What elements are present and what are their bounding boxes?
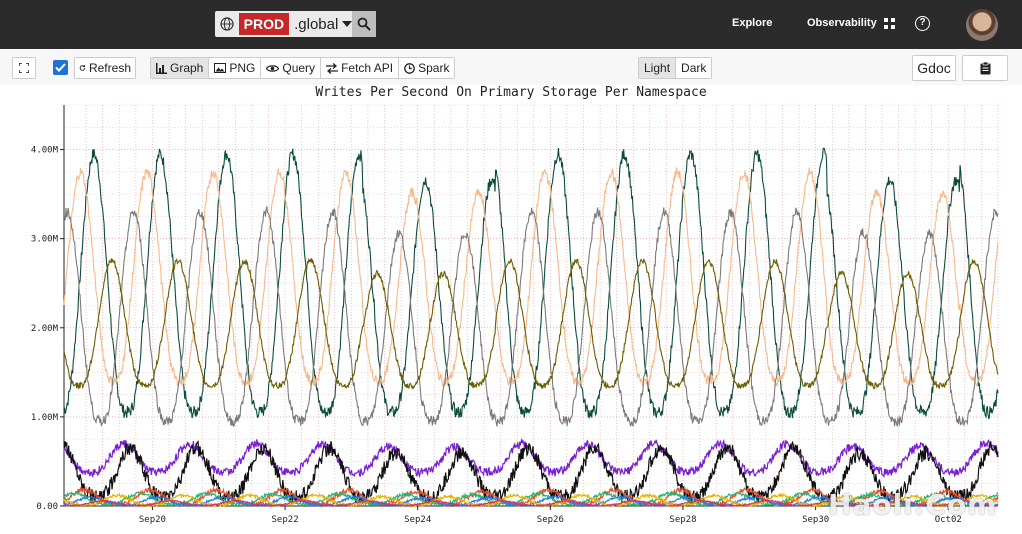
png-view-button[interactable]: PNG — [209, 58, 262, 78]
explore-link[interactable]: Explore — [732, 17, 772, 29]
fetch-api-button[interactable]: Fetch API — [321, 58, 400, 78]
clipboard-icon — [980, 61, 990, 74]
x-tick-label: Sep20 — [139, 515, 166, 525]
y-tick-label: 4.00M — [31, 146, 59, 156]
gdoc-button[interactable]: Gdoc — [912, 55, 956, 81]
refresh-button[interactable]: Refresh — [74, 57, 136, 79]
x-tick-label: Sep28 — [669, 515, 696, 525]
spark-view-label: Spark — [418, 61, 450, 75]
x-tick-label: Sep26 — [537, 515, 564, 525]
y-tick-label: 3.00M — [31, 235, 59, 245]
view-mode-group: Graph PNG Query Fetch API Spark — [150, 57, 456, 79]
top-navigation-bar: PROD .global Explore Observability ? — [0, 0, 1022, 49]
bar-chart-icon — [156, 62, 167, 74]
query-view-label: Query — [282, 61, 316, 75]
swap-icon — [326, 62, 339, 74]
apps-grid-icon[interactable] — [884, 18, 895, 29]
region-label: .global — [294, 15, 339, 33]
y-tick-label: 1.00M — [31, 413, 59, 423]
chevron-down-icon — [342, 21, 353, 27]
y-tick-label: 2.00M — [31, 324, 59, 334]
globe-icon — [215, 11, 239, 37]
graph-view-label: Graph — [170, 61, 204, 75]
spark-view-button[interactable]: Spark — [399, 58, 454, 78]
light-theme-button[interactable]: Light — [639, 58, 677, 78]
region-selector[interactable]: .global — [289, 11, 353, 37]
fetch-api-label: Fetch API — [341, 61, 394, 75]
auto-refresh-checkbox[interactable] — [53, 60, 68, 75]
x-tick-label: Sep30 — [802, 515, 829, 525]
plot-background — [64, 105, 998, 506]
expand-icon — [19, 63, 29, 73]
observability-link[interactable]: Observability — [807, 17, 877, 29]
search-icon — [357, 17, 371, 31]
query-view-button[interactable]: Query — [261, 58, 322, 78]
theme-toggle-group: Light Dark — [638, 57, 713, 79]
env-badge: PROD — [238, 13, 290, 35]
avatar[interactable] — [966, 9, 998, 41]
graph-view-button[interactable]: Graph — [151, 58, 210, 78]
refresh-label: Refresh — [88, 61, 131, 75]
environment-picker[interactable]: PROD .global — [215, 11, 376, 37]
image-icon — [214, 63, 227, 73]
dark-theme-button[interactable]: Dark — [676, 58, 711, 78]
x-tick-label: Sep22 — [272, 515, 299, 525]
search-button[interactable] — [352, 11, 376, 37]
clock-icon — [404, 62, 415, 74]
help-icon[interactable]: ? — [915, 16, 930, 31]
watermark-text: Haoli.Com — [828, 488, 998, 521]
eye-icon — [266, 64, 280, 72]
x-tick-label: Sep24 — [404, 515, 431, 525]
y-tick-label: 0.00 — [36, 502, 58, 512]
fullscreen-button[interactable] — [12, 57, 36, 79]
refresh-icon — [79, 64, 86, 71]
line-chart[interactable]: 0.00 1.00M 2.00M 3.00M 4.00M Sep20 Sep22 Sep24 S… — [0, 85, 1022, 534]
checkmark-icon — [55, 63, 66, 72]
chart-panel: Writes Per Second On Primary Storage Per… — [0, 85, 1022, 534]
copy-to-clipboard-button[interactable] — [962, 55, 1008, 81]
png-view-label: PNG — [229, 61, 256, 75]
